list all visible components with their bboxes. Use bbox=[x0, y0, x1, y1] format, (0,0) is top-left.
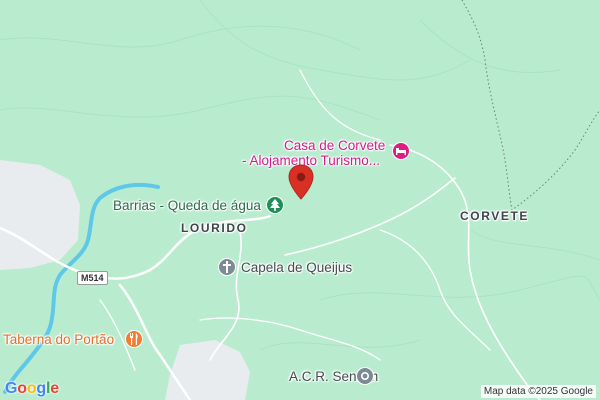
map-pin-icon[interactable] bbox=[287, 164, 315, 200]
tree-icon[interactable] bbox=[266, 196, 284, 214]
poi-label: Taberna do Portão bbox=[3, 332, 115, 347]
poi-label: Barrias - Queda de água bbox=[113, 198, 261, 213]
map-attribution[interactable]: Map data ©2025 Google bbox=[480, 385, 596, 398]
road-shield: M514 bbox=[77, 271, 108, 285]
poi-label: Casa de Corvete bbox=[284, 138, 386, 153]
fork-knife-icon[interactable] bbox=[125, 330, 143, 348]
cross-icon[interactable] bbox=[218, 258, 236, 276]
google-logo: Google bbox=[5, 380, 59, 397]
poi-label: Capela de Queijus bbox=[241, 260, 353, 275]
bed-icon[interactable] bbox=[392, 142, 410, 160]
place-label-lourido: LOURIDO bbox=[181, 221, 248, 235]
circle-dot-icon[interactable] bbox=[356, 367, 374, 385]
place-label-corvete: CORVETE bbox=[460, 209, 529, 223]
